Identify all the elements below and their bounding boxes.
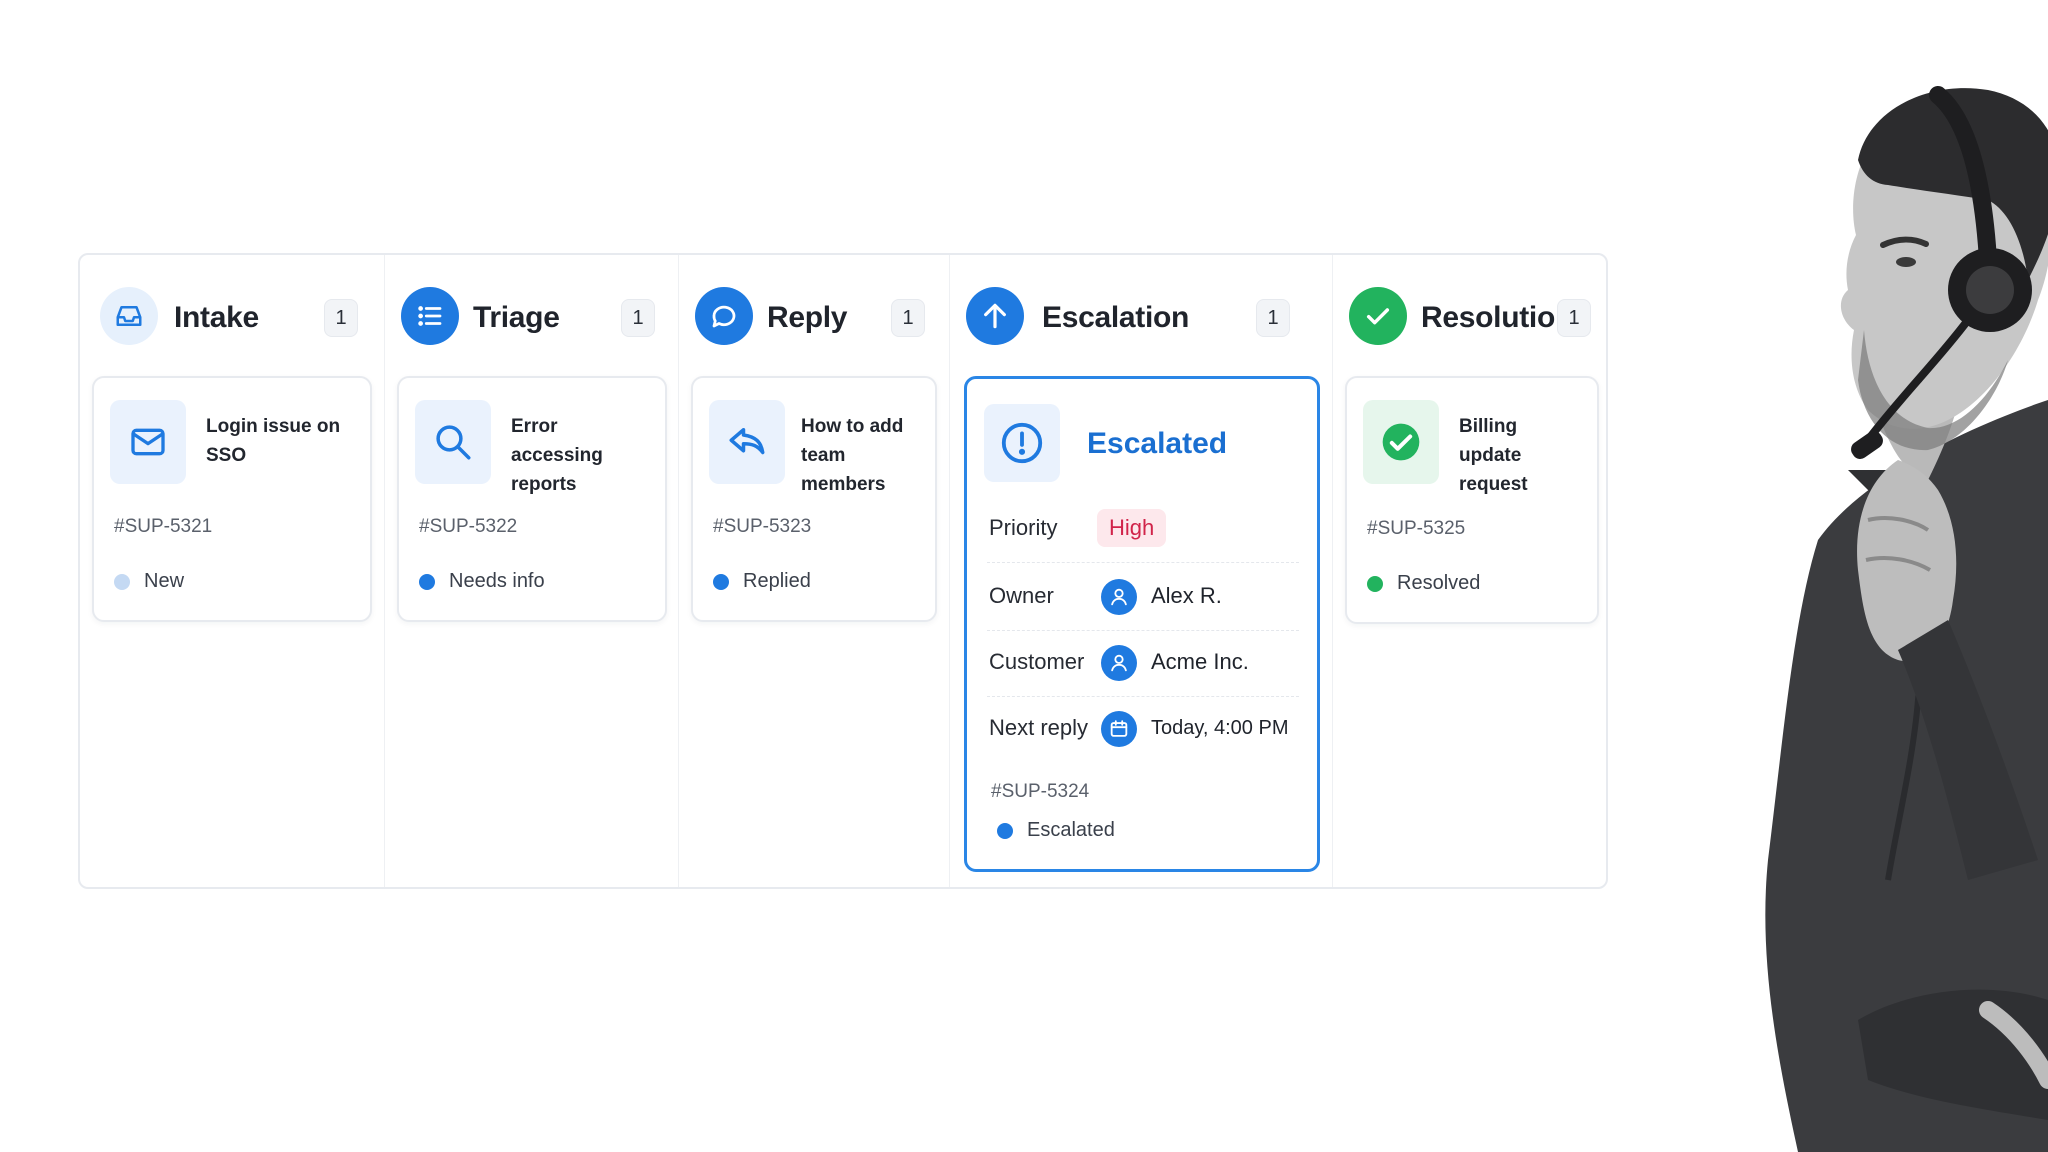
status-label: Needs info xyxy=(449,570,545,592)
column-header: Escalation 1 xyxy=(950,285,1332,349)
ticket-id: #SUP-5325 xyxy=(1367,518,1466,539)
next-reply-row: Next reply Today, 4:00 PM xyxy=(987,697,1299,763)
alert-circle-icon xyxy=(984,404,1060,482)
owner-row: Owner Alex R. xyxy=(987,565,1299,631)
status-badge: Needs info xyxy=(419,570,545,593)
kanban-board: Intake 1 Login issue on SSO #SUP-5321 Ne… xyxy=(78,253,1608,889)
column-count: 1 xyxy=(891,299,925,337)
escalated-title: Escalated xyxy=(1087,427,1228,460)
customer-label: Customer xyxy=(989,649,1085,674)
column-count: 1 xyxy=(621,299,655,337)
column-title: Reply xyxy=(767,301,848,334)
ticket-title: Billing update request xyxy=(1459,416,1528,495)
search-icon xyxy=(415,400,491,484)
status-dot xyxy=(114,573,130,590)
escalated-ticket-card[interactable]: Escalated Priority High Owner Alex R. Cu… xyxy=(964,376,1320,872)
status-badge: Escalated xyxy=(997,819,1115,842)
column-title: Resolution xyxy=(1421,301,1573,334)
list-icon xyxy=(401,287,459,345)
column-header: Intake 1 xyxy=(80,285,384,349)
reply-icon xyxy=(709,400,785,484)
status-badge: Replied xyxy=(713,570,811,593)
mail-icon xyxy=(110,400,186,484)
check-circle-icon xyxy=(1363,400,1439,484)
inbox-icon xyxy=(100,287,158,345)
status-label: Escalated xyxy=(1027,819,1115,841)
status-badge: Resolved xyxy=(1367,572,1480,595)
priority-badge: High xyxy=(1097,509,1167,547)
status-dot xyxy=(713,573,729,590)
arrow-up-icon xyxy=(966,287,1024,345)
column-count: 1 xyxy=(324,299,358,337)
customer-row: Customer Acme Inc. xyxy=(987,631,1299,697)
status-dot xyxy=(419,573,435,590)
priority-label: Priority xyxy=(989,515,1058,540)
priority-row: Priority High xyxy=(987,497,1299,563)
chat-bubble-icon xyxy=(695,287,753,345)
ticket-card[interactable]: Billing update request #SUP-5325 Resolve… xyxy=(1345,376,1599,624)
next-reply-label: Next reply xyxy=(989,715,1089,740)
next-reply-value: Today, 4:00 PM xyxy=(1151,717,1289,739)
ticket-title: How to add team members xyxy=(801,416,904,495)
owner-value: Alex R. xyxy=(1151,583,1222,608)
column-intake: Intake 1 Login issue on SSO #SUP-5321 Ne… xyxy=(80,255,385,887)
ticket-card[interactable]: Error accessing reports #SUP-5322 Needs … xyxy=(397,376,667,622)
ticket-title: Error accessing reports xyxy=(511,416,603,495)
status-label: New xyxy=(144,570,185,592)
ticket-id: #SUP-5323 xyxy=(713,516,812,537)
column-triage: Triage 1 Error accessing reports #SUP-53… xyxy=(385,255,679,887)
status-label: Resolved xyxy=(1397,572,1481,594)
user-icon xyxy=(1101,579,1137,615)
ticket-id: #SUP-5321 xyxy=(114,516,213,537)
column-header: Reply 1 xyxy=(679,285,949,349)
ticket-card[interactable]: How to add team members #SUP-5323 Replie… xyxy=(691,376,937,622)
support-agent-photo xyxy=(1765,86,2048,1152)
column-header: Triage 1 xyxy=(385,285,678,349)
column-title: Triage xyxy=(473,301,560,334)
ticket-id: #SUP-5324 xyxy=(991,781,1090,802)
column-title: Escalation xyxy=(1042,301,1190,334)
ticket-title: Login issue on SSO xyxy=(206,416,341,466)
status-dot xyxy=(997,822,1013,839)
status-dot xyxy=(1367,575,1383,592)
column-title: Intake xyxy=(174,301,259,334)
ticket-card[interactable]: Login issue on SSO #SUP-5321 New xyxy=(92,376,372,622)
column-count: 1 xyxy=(1256,299,1290,337)
check-icon xyxy=(1349,287,1407,345)
ticket-id: #SUP-5322 xyxy=(419,516,518,537)
column-reply: Reply 1 How to add team members #SUP-532… xyxy=(679,255,950,887)
customer-value: Acme Inc. xyxy=(1151,649,1249,674)
status-label: Replied xyxy=(743,570,811,592)
calendar-icon xyxy=(1101,711,1137,747)
user-icon xyxy=(1101,645,1137,681)
status-badge: New xyxy=(114,570,184,593)
owner-label: Owner xyxy=(989,583,1054,608)
